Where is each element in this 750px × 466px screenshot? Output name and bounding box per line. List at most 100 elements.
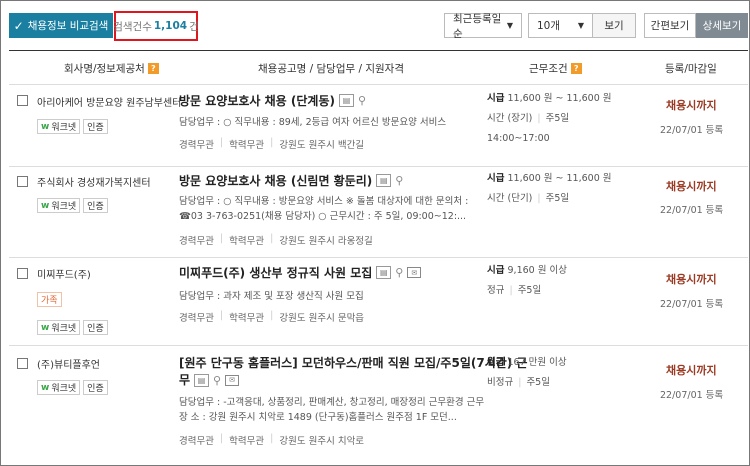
table-row[interactable]: 미찌푸드(주) 가족 w 워크넷 인증 미찌푸드(주) 생산부 정규직 사원 모집… (9, 258, 748, 346)
map-icon[interactable]: ▤ (376, 266, 392, 279)
row-checkbox[interactable] (17, 176, 28, 187)
row-checkbox[interactable] (17, 95, 28, 106)
header-company: 회사명/정보제공처 ? (64, 61, 159, 76)
job-duty: 담당업무 : ○ 직무내용 : 89세, 2등급 여자 어르신 방문요양 서비스 (179, 117, 447, 128)
work-conditions: 월급 167 만원 이상 비정규 | 주5일 (487, 357, 567, 388)
badge-group: 가족 (37, 292, 62, 307)
job-duty: 담당업무 : 과자 제조 및 포장 생산직 사원 모집 (179, 291, 364, 302)
badge-label: 워크넷 (51, 324, 77, 334)
table-header: 회사명/정보제공처 ? 채용공고명 / 담당업무 / 지원자격 근무조건 ? 등… (9, 50, 748, 85)
work-conditions: 시급 11,600 원 ~ 11,600 원 시간 (장기) | 주5일 14:00… (487, 93, 612, 144)
pay-type: 월급 (487, 357, 505, 368)
certified-badge: 인증 (83, 119, 108, 134)
table-row[interactable]: (주)뷰티플후언 w 워크넷 인증 [원주 단구동 홈플러스] 모던하우스/판매 … (9, 346, 748, 464)
pay-amount: 9,160 원 이상 (507, 265, 567, 276)
job-title-text[interactable]: 방문 요양보호사 채용 (단계동) (179, 92, 335, 109)
badge-label: 워크넷 (51, 384, 77, 394)
job-title-text[interactable]: [원주 단구동 홈플러스] 모던하우스/판매 직원 모집/주5일(7시간) 근 (179, 355, 527, 372)
meta-location: 강원도 원주시 백간길 (279, 140, 365, 151)
view-button[interactable]: 보기 (593, 13, 636, 38)
search-icon[interactable]: ⚲ (395, 266, 403, 279)
simple-view-button[interactable]: 간편보기 (644, 13, 696, 38)
row-checkbox[interactable] (17, 268, 28, 279)
job-meta: 경력무관 | 학력무관 | 강원도 원주시 문막읍 (179, 310, 365, 324)
header-company-label: 회사명/정보제공처 (64, 63, 145, 75)
mail-icon[interactable]: ✉ (407, 267, 422, 278)
worknet-icon: w (41, 382, 50, 393)
job-title-text[interactable]: 미찌푸드(주) 생산부 정규직 사원 모집 (179, 264, 372, 281)
work-conditions: 시급 9,160 원 이상 정규 | 주5일 (487, 265, 567, 296)
compare-search-button[interactable]: ✓ 채용정보 비교검색 (9, 13, 113, 38)
detail-view-button[interactable]: 상세보기 (696, 13, 748, 38)
worknet-icon: w (41, 322, 50, 333)
help-icon[interactable]: ? (147, 63, 159, 74)
pay-amount: 11,600 원 ~ 11,600 원 (507, 93, 612, 104)
sort-select[interactable]: 최근등록일순 ▼ (444, 12, 522, 40)
table-row[interactable]: 주식회사 경성재가복지센터 w 워크넷 인증 방문 요양보호사 채용 (신림면 황… (9, 167, 748, 258)
employment-type: 비정규 (487, 377, 514, 388)
badge-label: 워크넷 (51, 123, 77, 133)
badge-group: w 워크넷 인증 (37, 119, 108, 134)
search-count-label: 검색건수 (113, 20, 152, 33)
job-duty: 담당업무 : ○ 직무내용 : 방문요양 서비스 ※ 돌봄 대상자에 대한 문의… (179, 196, 469, 222)
toolbar: ✓ 채용정보 비교검색 검색건수 1,104 건 최근등록일순 ▼ 10개 ▼ … (0, 0, 748, 50)
work-conditions: 시급 11,600 원 ~ 11,600 원 시간 (단기) | 주5일 (487, 173, 612, 204)
pay-type: 시급 (487, 173, 505, 184)
employment-type: 시간 (단기) (487, 193, 533, 204)
search-icon[interactable]: ⚲ (358, 94, 366, 107)
job-title[interactable]: 방문 요양보호사 채용 (단계동) ▤ ⚲ (179, 92, 366, 109)
meta-education: 학력무관 (229, 140, 265, 151)
search-icon[interactable]: ⚲ (395, 174, 403, 187)
employment-type: 시간 (장기) (487, 113, 533, 124)
company-name[interactable]: 아리아케어 방문요양 원주남부센터 (37, 94, 181, 109)
worknet-badge: w 워크넷 (37, 380, 81, 395)
job-title[interactable]: [원주 단구동 홈플러스] 모던하우스/판매 직원 모집/주5일(7시간) 근 … (179, 355, 527, 389)
deadline-status: 채용시까지 (666, 180, 717, 193)
deadline-status: 채용시까지 (666, 364, 717, 377)
row-checkbox[interactable] (17, 358, 28, 369)
company-name[interactable]: 주식회사 경성재가복지센터 (37, 174, 151, 189)
chevron-down-icon: ▼ (577, 21, 584, 30)
header-registered-label: 등록/마감일 (665, 63, 717, 75)
compare-search-label: 채용정보 비교검색 (27, 20, 109, 32)
badge-group: w 워크넷 인증 (37, 198, 108, 213)
map-icon[interactable]: ▤ (338, 94, 354, 107)
meta-education: 학력무관 (229, 236, 265, 247)
job-meta: 경력무관 | 학력무관 | 강원도 원주시 치악로 (179, 433, 365, 447)
check-icon: ✓ (13, 18, 24, 33)
map-icon[interactable]: ▤ (194, 374, 210, 387)
meta-career: 경력무관 (179, 313, 214, 324)
map-icon[interactable]: ▤ (376, 174, 392, 187)
job-title[interactable]: 미찌푸드(주) 생산부 정규직 사원 모집 ▤ ⚲ ✉ (179, 264, 422, 281)
meta-education: 학력무관 (229, 436, 265, 447)
meta-location: 강원도 원주시 라옹정길 (279, 236, 373, 247)
job-title-text-cont[interactable]: 무 (179, 372, 190, 389)
sort-select-value: 최근등록일순 (453, 12, 502, 40)
search-count-value: 1,104 (153, 20, 188, 32)
header-registered: 등록/마감일 (665, 61, 717, 76)
work-days: 주5일 (545, 193, 570, 204)
job-title[interactable]: 방문 요양보호사 채용 (신림면 황둔리) ▤ ⚲ (179, 172, 403, 189)
table-row[interactable]: 아리아케어 방문요양 원주남부센터 w 워크넷 인증 방문 요양보호사 채용 (단… (9, 86, 748, 167)
header-title-label: 채용공고명 / 담당업무 / 지원자격 (258, 63, 405, 75)
header-conditions-label: 근무조건 (529, 63, 568, 75)
worknet-badge: w 워크넷 (37, 119, 81, 134)
chevron-down-icon: ▼ (506, 21, 513, 30)
search-count-unit: 건 (189, 20, 199, 33)
family-badge: 가족 (37, 292, 62, 307)
meta-career: 경력무관 (179, 140, 214, 151)
badge-group: w 워크넷 인증 (37, 320, 108, 335)
company-name[interactable]: 미찌푸드(주) (37, 266, 91, 281)
job-meta: 경력무관 | 학력무관 | 강원도 원주시 백간길 (179, 137, 365, 151)
pay-type: 시급 (487, 265, 505, 276)
pay-type: 시급 (487, 93, 505, 104)
company-name[interactable]: (주)뷰티플후언 (37, 356, 100, 371)
page-size-select[interactable]: 10개 ▼ (528, 13, 593, 38)
search-icon[interactable]: ⚲ (213, 372, 221, 389)
job-title-text[interactable]: 방문 요양보호사 채용 (신림면 황둔리) (179, 172, 372, 189)
help-icon[interactable]: ? (570, 63, 582, 74)
pay-amount: 11,600 원 ~ 11,600 원 (507, 173, 612, 184)
mail-icon[interactable]: ✉ (225, 375, 240, 386)
deadline-status: 채용시까지 (666, 99, 717, 112)
work-days: 주5일 (545, 113, 570, 124)
